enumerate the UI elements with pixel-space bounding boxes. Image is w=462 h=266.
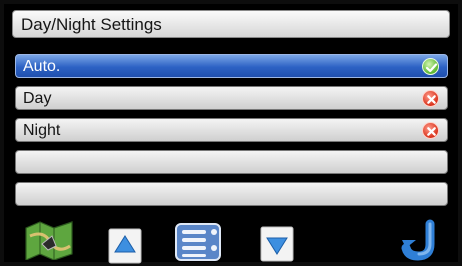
map-button[interactable] [24, 216, 76, 260]
back-button[interactable] [400, 218, 446, 262]
map-icon [25, 221, 73, 260]
scroll-up-icon [108, 228, 142, 264]
option-label: Day [23, 90, 52, 107]
empty-option-slot [15, 182, 448, 206]
option-night[interactable]: Night [15, 118, 448, 142]
scroll-up-button[interactable] [108, 228, 142, 264]
cross-icon [422, 122, 439, 139]
option-auto[interactable]: Auto. [15, 54, 448, 78]
scroll-down-icon [260, 226, 294, 262]
cross-icon [422, 90, 439, 107]
menu-list-icon [175, 223, 221, 261]
empty-option-slot [15, 150, 448, 174]
page-title: Day/Night Settings [21, 15, 162, 34]
settings-list: Auto. Day Night [15, 54, 448, 214]
option-day[interactable]: Day [15, 86, 448, 110]
bottom-toolbar [4, 214, 458, 264]
option-label: Night [23, 122, 61, 139]
back-icon [401, 219, 435, 261]
option-label: Auto. [23, 58, 61, 75]
menu-button[interactable] [174, 222, 224, 262]
check-icon [422, 58, 439, 75]
title-bar: Day/Night Settings [12, 10, 450, 38]
scroll-down-button[interactable] [260, 226, 294, 264]
